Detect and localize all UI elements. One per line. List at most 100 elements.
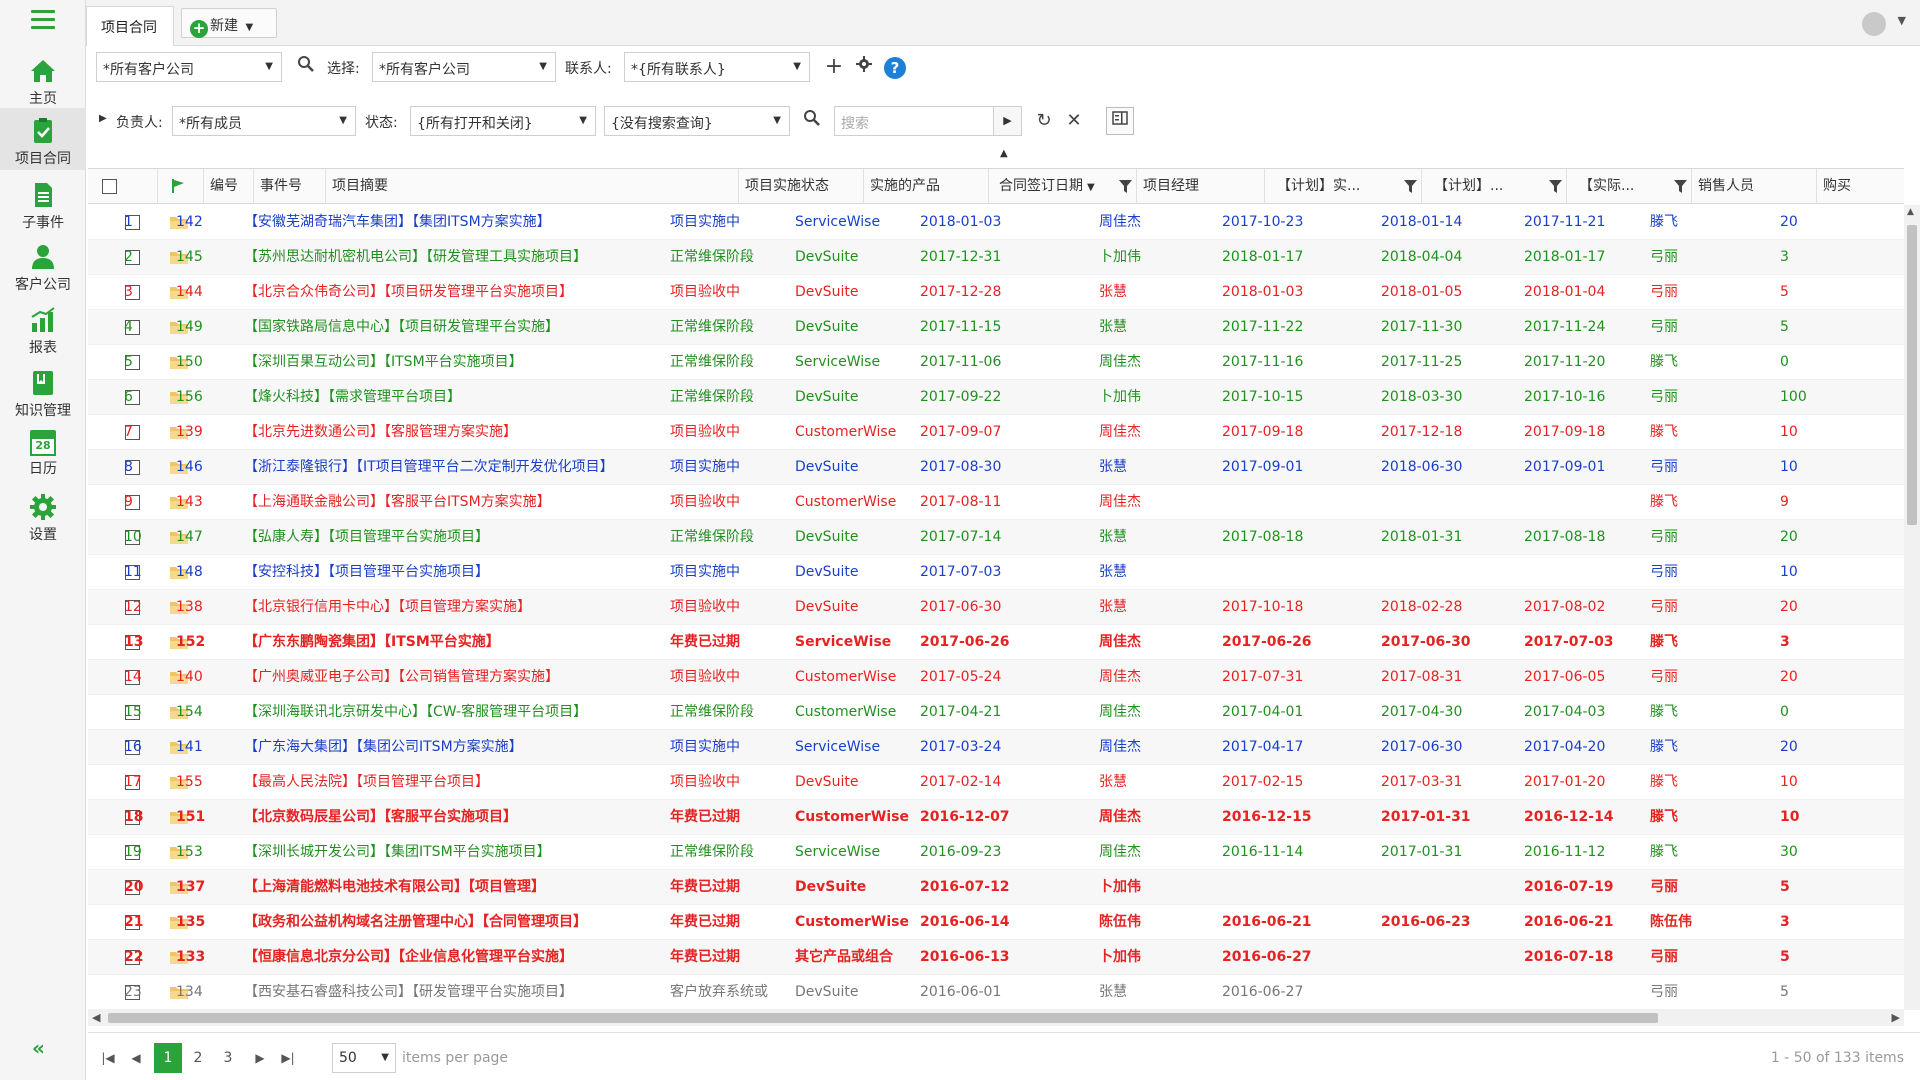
prev-page-icon[interactable]: ◀ (122, 1043, 150, 1073)
filter-icon[interactable] (1119, 180, 1132, 193)
horizontal-scrollbar[interactable]: ◀ ▶ (88, 1010, 1904, 1026)
table-row[interactable]: 12 138 【北京银行信用卡中心】【项目管理方案实施】 项目验收中 DevSuite 2… (88, 590, 1904, 625)
table-row[interactable]: 15 154 【深圳海联讯北京研发中心】【CW-客服管理平台项目】 正常维保阶段 Cus… (88, 695, 1904, 730)
table-row[interactable]: 19 153 【深圳长城开发公司】【集团ITSM平台实施项目】 正常维保阶段 Servi… (88, 835, 1904, 870)
table-row[interactable]: 1 142 【安徽芜湖奇瑞汽车集团】【集团ITSM方案实施】 项目实施中 Service… (88, 205, 1904, 240)
col-event-id[interactable]: 事件号 (254, 169, 326, 204)
sidebar-collapse-button[interactable]: « (32, 1036, 45, 1060)
sidebar-item-subevents[interactable]: 子事件 (0, 172, 86, 234)
table-row[interactable]: 9 143 【上海通联金融公司】【客服平台ITSM方案实施】 项目验收中 Custome… (88, 485, 1904, 520)
avatar[interactable] (1862, 12, 1886, 36)
last-page-icon[interactable]: ▶| (274, 1043, 302, 1073)
search-icon[interactable] (800, 109, 824, 133)
column-layout-icon[interactable] (1106, 107, 1134, 135)
col-actual[interactable]: 【实际... (1567, 169, 1692, 204)
page-button[interactable]: 3 (214, 1043, 242, 1073)
next-page-icon[interactable]: ▶ (246, 1043, 274, 1073)
filter-icon[interactable] (1674, 180, 1687, 193)
cell-summary[interactable]: 【深圳海联讯北京研发中心】【CW-客服管理平台项目】 (244, 695, 587, 730)
sidebar-item-settings[interactable]: 设置 (0, 484, 86, 546)
filter-icon[interactable] (1549, 180, 1562, 193)
table-row[interactable]: 18 151 【北京数码辰星公司】【客服平台实施项目】 年费已过期 CustomerWi… (88, 800, 1904, 835)
cell-summary[interactable]: 【上海清能燃料电池技术有限公司】【项目管理】 (244, 870, 545, 905)
col-no[interactable]: 编号 (204, 169, 254, 204)
col-buy[interactable]: 购买 (1817, 169, 1904, 204)
scroll-up-icon[interactable]: ▲ (1907, 207, 1914, 217)
table-row[interactable]: 8 146 【浙江泰隆银行】【IT项目管理平台二次定制开发优化项目】 项目实施中 Dev… (88, 450, 1904, 485)
cell-summary[interactable]: 【恒康信息北京分公司】【企业信息化管理平台实施】 (244, 940, 573, 975)
table-row[interactable]: 2 145 【苏州思达耐机密机电公司】【研发管理工具实施项目】 正常维保阶段 DevSu… (88, 240, 1904, 275)
status-select[interactable]: {所有打开和关闭} ▼ (410, 106, 596, 136)
cell-summary[interactable]: 【深圳百果互动公司】【ITSM平台实施项目】 (244, 345, 523, 380)
search-input[interactable]: 搜索 (834, 106, 994, 136)
col-plan-start[interactable]: 【计划】实... (1265, 169, 1422, 204)
first-page-icon[interactable]: |◀ (94, 1043, 122, 1073)
cell-summary[interactable]: 【苏州思达耐机密机电公司】【研发管理工具实施项目】 (244, 240, 587, 275)
cell-summary[interactable]: 【北京银行信用卡中心】【项目管理方案实施】 (244, 590, 531, 625)
cell-summary[interactable]: 【上海通联金融公司】【客服平台ITSM方案实施】 (244, 485, 551, 520)
refresh-icon[interactable]: ↻ (1032, 109, 1056, 133)
table-row[interactable]: 20 137 【上海清能燃料电池技术有限公司】【项目管理】 年费已过期 DevSuite… (88, 870, 1904, 905)
col-pm[interactable]: 项目经理 (1137, 169, 1265, 204)
scroll-right-icon[interactable]: ▶ (1892, 1011, 1900, 1024)
vertical-scroll-thumb[interactable] (1907, 225, 1917, 525)
table-row[interactable]: 7 139 【北京先进数通公司】【客服管理方案实施】 项目验收中 CustomerWis… (88, 415, 1904, 450)
table-row[interactable]: 11 148 【安控科技】【项目管理平台实施项目】 项目实施中 DevSuite 2017… (88, 555, 1904, 590)
chevron-down-icon[interactable]: ▼ (1898, 14, 1906, 27)
new-button[interactable]: + 新建 ▼ (181, 8, 277, 38)
table-row[interactable]: 16 141 【广东海大集团】【集团公司ITSM方案实施】 项目实施中 ServiceW… (88, 730, 1904, 765)
help-icon[interactable]: ? (884, 57, 906, 79)
cell-summary[interactable]: 【深圳长城开发公司】【集团ITSM平台实施项目】 (244, 835, 551, 870)
table-row[interactable]: 21 135 【政务和公益机构域名注册管理中心】【合同管理项目】 年费已过期 Custo… (88, 905, 1904, 940)
menu-toggle-icon[interactable] (31, 10, 55, 30)
gear-icon[interactable] (852, 55, 876, 79)
col-product[interactable]: 实施的产品 (864, 169, 989, 204)
search-go-icon[interactable]: ▶ (994, 106, 1022, 136)
vertical-scrollbar[interactable]: ▲ (1904, 205, 1920, 1010)
sidebar-item-contracts[interactable]: 项目合同 (0, 108, 86, 170)
cell-summary[interactable]: 【北京先进数通公司】【客服管理方案实施】 (244, 415, 517, 450)
cell-summary[interactable]: 【最高人民法院】【项目管理平台项目】 (244, 765, 489, 800)
page-size-select[interactable]: 50 ▼ (332, 1043, 396, 1073)
cell-summary[interactable]: 【弘康人寿】【项目管理平台实施项目】 (244, 520, 489, 555)
clear-icon[interactable]: ✕ (1062, 109, 1086, 133)
expand-icon[interactable]: ▶ (99, 113, 107, 124)
cell-summary[interactable]: 【广州奥威亚电子公司】【公司销售管理方案实施】 (244, 660, 559, 695)
cell-summary[interactable]: 【广东海大集团】【集团公司ITSM方案实施】 (244, 730, 523, 765)
horizontal-scroll-thumb[interactable] (108, 1013, 1658, 1023)
col-plan-end[interactable]: 【计划】... (1422, 169, 1567, 204)
cell-summary[interactable]: 【国家铁路局信息中心】【项目研发管理平台实施】 (244, 310, 559, 345)
select-company-select[interactable]: *所有客户公司 ▼ (372, 52, 556, 82)
cell-summary[interactable]: 【政务和公益机构域名注册管理中心】【合同管理项目】 (244, 905, 587, 940)
page-button[interactable]: 1 (154, 1043, 182, 1073)
tab-contracts[interactable]: 项目合同 (86, 6, 174, 46)
cell-summary[interactable]: 【浙江泰隆银行】【IT项目管理平台二次定制开发优化项目】 (244, 450, 614, 485)
cell-summary[interactable]: 【西安基石睿盛科技公司】【研发管理平台实施项目】 (244, 975, 573, 1010)
contact-select[interactable]: *{所有联系人} ▼ (624, 52, 810, 82)
table-row[interactable]: 3 144 【北京合众伟奇公司】【项目研发管理平台实施项目】 项目验收中 DevSuit… (88, 275, 1904, 310)
table-row[interactable]: 13 152 【广东东鹏陶瓷集团】【ITSM平台实施】 年费已过期 ServiceWis… (88, 625, 1904, 660)
cell-summary[interactable]: 【北京数码辰星公司】【客服平台实施项目】 (244, 800, 517, 835)
col-contract-date[interactable]: 合同签订日期 ▼ (989, 169, 1137, 204)
table-row[interactable]: 23 134 【西安基石睿盛科技公司】【研发管理平台实施项目】 客户放弃系统或 DevS… (88, 975, 1904, 1010)
table-row[interactable]: 10 147 【弘康人寿】【项目管理平台实施项目】 正常维保阶段 DevSuite 201… (88, 520, 1904, 555)
table-row[interactable]: 4 149 【国家铁路局信息中心】【项目研发管理平台实施】 正常维保阶段 DevSuit… (88, 310, 1904, 345)
query-select[interactable]: {没有搜索查询} ▼ (604, 106, 790, 136)
table-row[interactable]: 17 155 【最高人民法院】【项目管理平台项目】 项目验收中 DevSuite 2017… (88, 765, 1904, 800)
sidebar-item-knowledge[interactable]: 知识管理 (0, 360, 86, 422)
add-icon[interactable]: + (822, 55, 846, 79)
cell-summary[interactable]: 【安控科技】【项目管理平台实施项目】 (244, 555, 489, 590)
col-sales[interactable]: 销售人员 (1692, 169, 1817, 204)
cell-summary[interactable]: 【广东东鹏陶瓷集团】【ITSM平台实施】 (244, 625, 500, 660)
cell-summary[interactable]: 【烽火科技】【需求管理平台项目】 (244, 380, 461, 415)
cell-summary[interactable]: 【北京合众伟奇公司】【项目研发管理平台实施项目】 (244, 275, 573, 310)
search-icon[interactable] (294, 55, 318, 79)
table-row[interactable]: 22 133 【恒康信息北京分公司】【企业信息化管理平台实施】 年费已过期 其它产品或组… (88, 940, 1904, 975)
sidebar-item-customers[interactable]: 客户公司 (0, 234, 86, 296)
sidebar-item-reports[interactable]: 报表 (0, 297, 86, 359)
cell-summary[interactable]: 【安徽芜湖奇瑞汽车集团】【集团ITSM方案实施】 (244, 205, 551, 240)
filter-icon[interactable] (1404, 180, 1417, 193)
flag-column[interactable] (158, 169, 204, 204)
col-status[interactable]: 项目实施状态 (739, 169, 864, 204)
table-row[interactable]: 5 150 【深圳百果互动公司】【ITSM平台实施项目】 正常维保阶段 ServiceW… (88, 345, 1904, 380)
